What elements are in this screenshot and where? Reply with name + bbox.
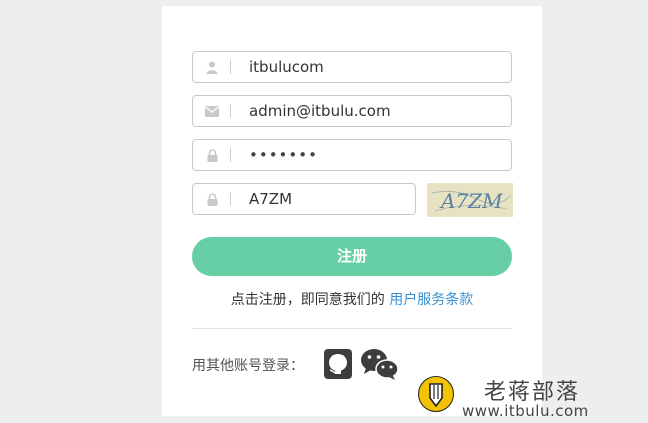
wechat-icon[interactable] [360, 347, 400, 381]
terms-text: 点击注册，即同意我们的 用户服务条款 [162, 289, 542, 309]
lock-icon [193, 184, 231, 214]
register-button[interactable]: 注册 [192, 237, 512, 276]
github-icon[interactable] [324, 349, 352, 379]
captcha-value: A7ZM [249, 190, 293, 208]
password-value: ••••••• [249, 146, 318, 164]
lock-icon [193, 140, 231, 170]
email-value: admin@itbulu.com [249, 102, 391, 120]
captcha-text: A7ZM [439, 189, 503, 213]
password-field[interactable]: ••••••• [192, 139, 512, 171]
divider [192, 328, 512, 329]
terms-link[interactable]: 用户服务条款 [389, 292, 473, 308]
register-card: itbulucom admin@itbulu.com ••••••• A7ZM … [162, 6, 542, 416]
captcha-field[interactable]: A7ZM [192, 183, 416, 215]
social-login-label: 用其他账号登录： [192, 358, 304, 374]
watermark: 老蒋部落 www.itbulu.com [418, 374, 648, 423]
username-value: itbulucom [249, 58, 324, 76]
watermark-url: www.itbulu.com [462, 402, 589, 420]
user-icon [193, 52, 231, 82]
terms-prefix: 点击注册，即同意我们的 [230, 292, 385, 308]
username-field[interactable]: itbulucom [192, 51, 512, 83]
envelope-icon [193, 96, 231, 126]
pencil-logo-icon [418, 376, 454, 412]
email-field[interactable]: admin@itbulu.com [192, 95, 512, 127]
captcha-image[interactable]: A7ZM [427, 183, 513, 217]
